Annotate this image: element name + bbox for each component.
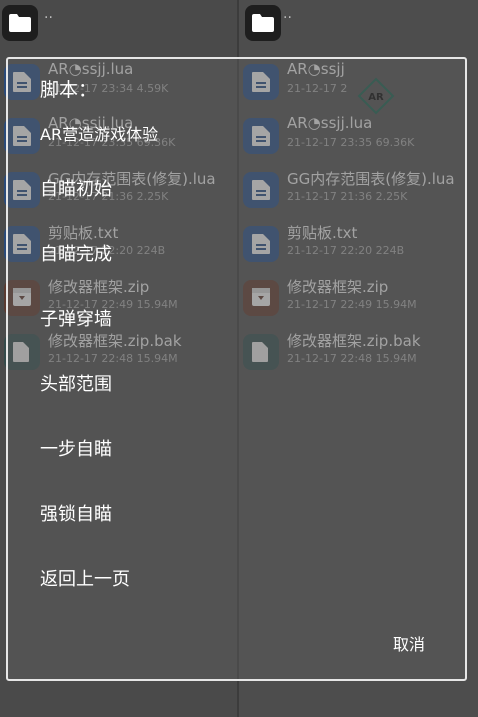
menu-item-hard-lock-aimbot[interactable]: 强锁自瞄: [40, 500, 112, 526]
menu-item-one-step-aimbot[interactable]: 一步自瞄: [40, 435, 112, 461]
cancel-button[interactable]: 取消: [393, 631, 425, 655]
parent-directory-label: ..: [44, 6, 53, 22]
folder-icon: [245, 5, 281, 41]
menu-item-aimbot-init[interactable]: 自瞄初始: [40, 175, 112, 201]
parent-directory-row[interactable]: ..: [239, 0, 478, 46]
parent-directory-label: ..: [283, 6, 292, 22]
menu-item-head-range[interactable]: 头部范围: [40, 370, 112, 396]
dialog-title: 脚本：: [40, 79, 98, 101]
menu-item-bullet-penetration[interactable]: 子弹穿墙: [40, 305, 112, 331]
parent-directory-row[interactable]: ..: [0, 0, 237, 46]
folder-icon: [2, 5, 38, 41]
menu-item-ar-experience[interactable]: AR营造游戏体验: [40, 121, 158, 145]
menu-item-go-back[interactable]: 返回上一页: [40, 565, 130, 591]
file-manager-screen: .. AR◔ssjj.lua 21-12-17 23:34 4.59K AR◔s…: [0, 0, 478, 717]
menu-item-aimbot-done[interactable]: 自瞄完成: [40, 240, 112, 266]
script-menu-dialog: 脚本： AR营造游戏体验 自瞄初始 自瞄完成 子弹穿墙 头部范围 一步自瞄 强锁…: [6, 57, 467, 681]
